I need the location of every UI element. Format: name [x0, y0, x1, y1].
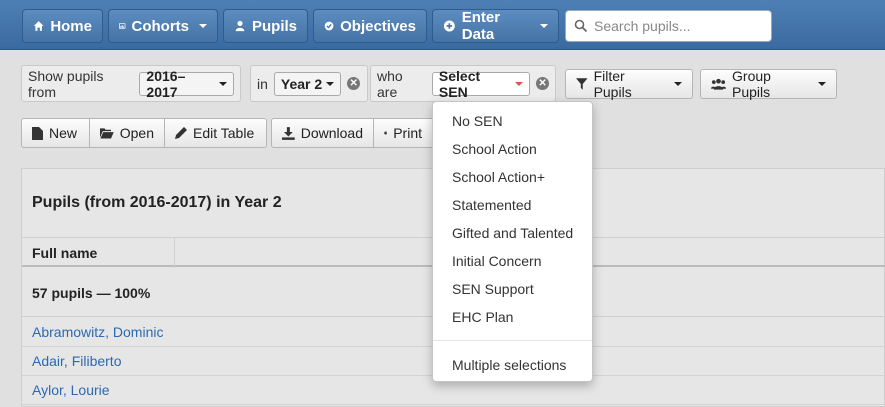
pencil-icon	[175, 127, 187, 139]
objectives-button[interactable]: Objectives	[313, 9, 427, 43]
print-button[interactable]: Print	[373, 118, 433, 148]
year-select[interactable]: 2016–2017	[139, 68, 234, 100]
sen-select[interactable]: Select SEN	[431, 68, 531, 100]
sen-dropdown-menu: No SEN School Action School Action+ Stat…	[432, 101, 593, 382]
open-button[interactable]: Open	[89, 118, 165, 148]
search-input[interactable]: Search pupils...	[565, 10, 772, 42]
download-button[interactable]: Download	[271, 118, 374, 148]
edit-table-button[interactable]: Edit Table	[164, 118, 267, 148]
users-icon	[711, 78, 727, 90]
enter-data-button[interactable]: Enter Data	[432, 9, 559, 43]
show-from-label: Show pupils from	[28, 67, 104, 100]
menu-item-initial-concern[interactable]: Initial Concern	[452, 253, 542, 269]
file-icon	[32, 126, 43, 140]
bar-chart-icon	[119, 23, 126, 29]
group-select[interactable]: Year 2	[273, 71, 342, 96]
user-icon	[235, 20, 245, 32]
chevron-down-icon	[326, 81, 335, 86]
pupils-label: Pupils	[251, 17, 297, 35]
cohorts-label: Cohorts	[131, 17, 190, 35]
top-navbar: Home Cohorts Pupils Objectives Enter Dat…	[0, 0, 885, 50]
group-pupils-label: Group Pupils	[732, 68, 771, 100]
plus-circle-icon	[443, 20, 455, 32]
group-pupils-button[interactable]: Group Pupils	[700, 68, 837, 100]
home-label: Home	[50, 17, 92, 35]
year-select-value: 2016–2017	[146, 67, 186, 100]
menu-item-school-action-plus[interactable]: School Action+	[452, 169, 545, 185]
print-label: Print	[393, 125, 422, 141]
menu-item-gifted-and-talented[interactable]: Gifted and Talented	[452, 225, 573, 241]
home-icon	[33, 21, 44, 31]
enter-data-label: Enter Data	[461, 9, 501, 43]
menu-item-school-action[interactable]: School Action	[452, 141, 537, 157]
filter-pupils-label: Filter Pupils	[593, 68, 632, 100]
menu-item-no-sen[interactable]: No SEN	[452, 113, 503, 129]
check-circle-icon	[324, 21, 334, 31]
home-button[interactable]: Home	[22, 9, 103, 43]
filter-pupils-button[interactable]: Filter Pupils	[565, 68, 693, 100]
chevron-down-icon	[674, 82, 682, 86]
column-header-full-name[interactable]: Full name	[32, 245, 97, 261]
summary-text: 57 pupils — 100%	[32, 285, 151, 301]
group-filter: in Year 2 ✕	[250, 65, 368, 102]
sen-filter: who are Select SEN ✕	[370, 65, 556, 102]
menu-item-sen-support[interactable]: SEN Support	[452, 281, 534, 297]
chevron-down-icon	[818, 82, 826, 86]
menu-item-ehc-plan[interactable]: EHC Plan	[452, 309, 513, 325]
pupil-link[interactable]: Abramowitz, Dominic	[32, 324, 163, 340]
objectives-label: Objectives	[340, 17, 416, 35]
print-icon	[384, 131, 388, 135]
filter-icon	[576, 78, 588, 90]
download-icon	[282, 126, 295, 140]
clear-sen-icon[interactable]: ✕	[536, 77, 549, 90]
folder-open-icon	[100, 128, 114, 139]
menu-item-statemented[interactable]: Statemented	[452, 197, 531, 213]
column-divider	[174, 238, 175, 268]
sen-select-value: Select SEN	[438, 67, 481, 100]
clear-group-icon[interactable]: ✕	[347, 77, 361, 90]
search-icon	[574, 19, 588, 33]
download-label: Download	[300, 125, 363, 141]
menu-divider	[433, 340, 592, 341]
new-button[interactable]: New	[21, 118, 90, 148]
menu-item-multiple-selections[interactable]: Multiple selections	[452, 357, 566, 373]
chevron-down-icon	[219, 81, 227, 86]
edit-table-label: Edit Table	[193, 125, 255, 141]
table-title: Pupils (from 2016-2017) in Year 2	[32, 194, 282, 211]
chevron-down-icon	[515, 81, 524, 86]
search-placeholder: Search pupils...	[594, 18, 691, 34]
chevron-down-icon	[540, 24, 548, 28]
who-are-label: who are	[377, 67, 403, 100]
pupil-link[interactable]: Aylor, Lourie	[32, 382, 110, 398]
year-filter: Show pupils from 2016–2017	[21, 65, 241, 102]
new-label: New	[49, 125, 78, 141]
group-select-value: Year 2	[280, 75, 323, 92]
pupil-link[interactable]: Adair, Filiberto	[32, 353, 121, 369]
cohorts-button[interactable]: Cohorts	[108, 9, 218, 43]
open-label: Open	[119, 125, 154, 141]
in-label: in	[257, 75, 268, 92]
chevron-down-icon	[199, 24, 207, 28]
pupils-button[interactable]: Pupils	[223, 9, 308, 43]
